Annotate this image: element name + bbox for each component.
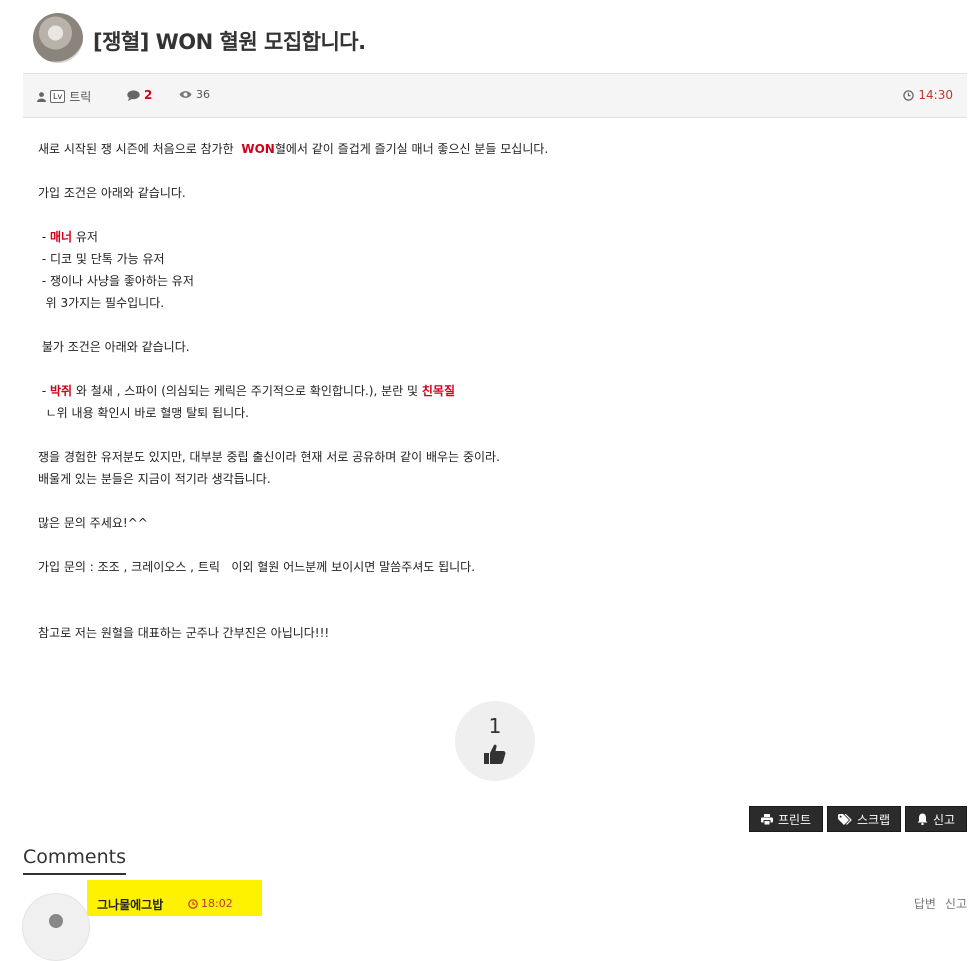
- scrap-button[interactable]: 스크랩: [827, 806, 901, 832]
- comment-count-value: 2: [144, 88, 153, 102]
- author-info[interactable]: Lv 트릭: [37, 88, 91, 105]
- content-line: 참고로 저는 원혈을 대표하는 군주나 간부진은 아닙니다!!!: [38, 626, 330, 640]
- bell-icon: [917, 813, 928, 825]
- post-meta-bar: Lv 트릭 2 36 14:30: [23, 73, 967, 118]
- author-name[interactable]: 트릭: [69, 88, 91, 105]
- thumbs-up-icon: [484, 744, 506, 764]
- view-count: 36: [179, 88, 210, 101]
- content-line: 가입 조건은 아래와 같습니다.: [38, 186, 186, 200]
- comment-item: 그나물에그밥 18:02 답변 신고: [0, 880, 976, 961]
- user-icon: [37, 91, 46, 102]
- clock-icon: [188, 898, 198, 909]
- print-button[interactable]: 프린트: [749, 806, 823, 832]
- content-line: 불가 조건은 아래와 같습니다.: [38, 340, 190, 354]
- post-content: 새로 시작된 쟁 시즌에 처음으로 참가한 WON혈에서 같이 즐겁게 즐기실 …: [38, 138, 938, 644]
- view-count-value: 36: [196, 88, 210, 101]
- scrap-button-label: 스크랩: [856, 812, 891, 827]
- author-avatar[interactable]: [33, 13, 83, 63]
- content-line: 가입 문의 : 조조 , 크레이오스 , 트릭 이외 혈원 어느분께 보이시면 …: [38, 560, 476, 574]
- comment-actions: 답변 신고: [914, 895, 967, 912]
- content-line: 많은 문의 주세요!^^: [38, 516, 148, 530]
- user-silhouette-icon: [49, 914, 63, 928]
- print-button-label: 프린트: [777, 812, 812, 827]
- comment-report-link[interactable]: 신고: [945, 895, 967, 912]
- content-line: 위 3가지는 필수입니다.: [38, 296, 165, 310]
- content-line: - 박쥐 와 철새 , 스파이 (의심되는 케릭은 주기적으로 확인합니다.),…: [38, 384, 455, 398]
- comment-count: 2: [127, 88, 152, 102]
- like-count: 1: [488, 714, 502, 738]
- clock-icon: [903, 89, 915, 101]
- post-time-value: 14:30: [918, 88, 953, 102]
- post-header: [쟁혈] WON 혈원 모집합니다.: [0, 0, 976, 73]
- tags-icon: [837, 813, 852, 825]
- comment-time: 18:02: [188, 897, 233, 910]
- post-title: [쟁혈] WON 혈원 모집합니다.: [93, 30, 366, 54]
- comments-heading: Comments: [23, 846, 126, 875]
- content-line: 배울게 있는 분들은 지금이 적기라 생각듭니다.: [38, 472, 271, 486]
- comment-time-value: 18:02: [201, 897, 233, 910]
- content-line: - 매너 유저: [38, 230, 98, 244]
- eye-icon: [179, 91, 192, 98]
- report-button[interactable]: 신고: [905, 806, 967, 832]
- post-time: 14:30: [903, 88, 953, 102]
- comment-avatar[interactable]: [22, 893, 90, 961]
- report-button-label: 신고: [932, 812, 956, 827]
- content-line: 새로 시작된 쟁 시즌에 처음으로 참가한 WON혈에서 같이 즐겁게 즐기실 …: [38, 142, 549, 156]
- print-icon: [760, 813, 773, 825]
- comment-icon: [127, 89, 140, 101]
- content-line: ㄴ위 내용 확인시 바로 혈맹 탈퇴 됩니다.: [38, 406, 249, 420]
- content-line: - 디코 및 단톡 가능 유저: [38, 252, 165, 266]
- comment-reply-link[interactable]: 답변: [914, 895, 936, 912]
- author-level-badge: Lv: [50, 90, 66, 103]
- like-button[interactable]: 1: [455, 701, 535, 781]
- content-line: 쟁을 경험한 유저분도 있지만, 대부분 중립 출신이라 현재 서로 공유하며 …: [38, 450, 500, 464]
- comment-author[interactable]: 그나물에그밥: [97, 896, 163, 913]
- content-line: - 쟁이나 사냥을 좋아하는 유저: [38, 274, 194, 288]
